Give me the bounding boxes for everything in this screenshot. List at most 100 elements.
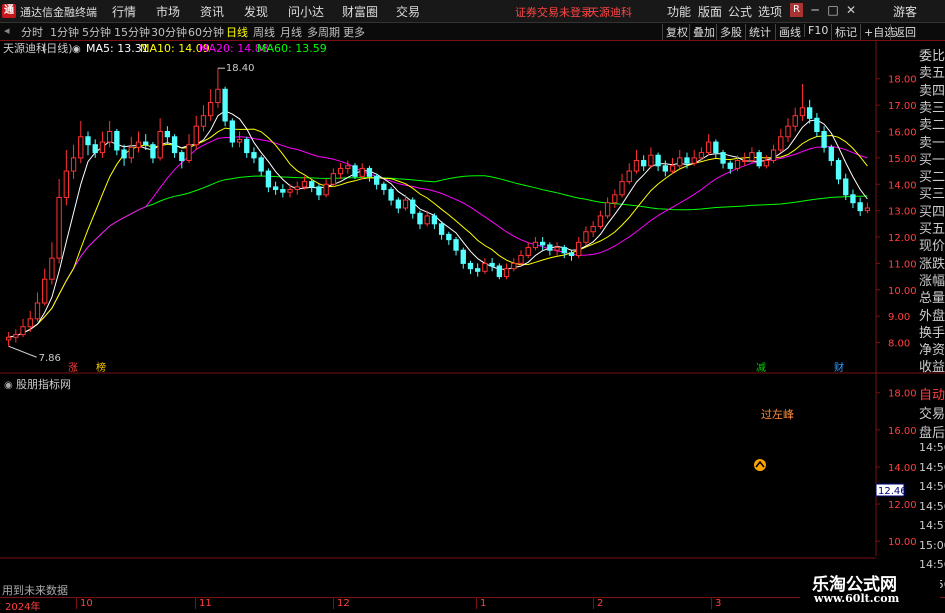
tool-f10[interactable]: F10 (804, 24, 831, 37)
legend-toggle-icon: ◉ (72, 44, 81, 55)
maximize-icon[interactable]: □ (825, 2, 841, 18)
menu-wealth-circle[interactable]: 财富圈 (342, 3, 378, 20)
candle-body (70, 157, 77, 172)
side-panel-time: 14:57 (919, 519, 945, 532)
date-oct: 10 (76, 598, 93, 609)
menu-formula[interactable]: 公式 (728, 3, 752, 20)
candle (691, 149, 697, 166)
candle-body (734, 160, 741, 169)
candle (135, 131, 142, 153)
event-tag-reduce: 减 (756, 362, 766, 374)
indicator-tick-label: 18.00 (888, 389, 917, 400)
side-panel-item: 涨跌 (919, 256, 945, 272)
price-tick-label: 15.00 (888, 154, 917, 165)
price-tick-label: 8.00 (888, 339, 910, 350)
tool-adjust[interactable]: 复权 (662, 24, 691, 40)
tool-mark[interactable]: 标记 (831, 24, 860, 40)
menu-market-quotes[interactable]: 行情 (112, 3, 136, 20)
candlestick-chart[interactable]: 18.00 17.00 16.00 15.00 14.00 13.00 12.00 11.00… (0, 41, 945, 596)
candle-body (446, 233, 452, 241)
period-60min[interactable]: 60分钟 (188, 24, 224, 40)
candle-body (590, 225, 596, 233)
candle-body (5, 336, 12, 341)
period-1min[interactable]: 1分钟 (50, 24, 79, 40)
main-legend: 天源迪科 (日线) ◉ MA5: 13.31 MA10: 14.09 MA20:… (3, 41, 327, 55)
menu-market[interactable]: 市场 (156, 3, 180, 20)
period-intraday[interactable]: 分时 (21, 24, 43, 40)
menu-ask[interactable]: 问小达 (288, 3, 324, 20)
candle (431, 213, 438, 230)
low-price-label: 7.86 (39, 353, 61, 364)
date-feb: 2 (593, 598, 603, 609)
menu-layout[interactable]: 版面 (698, 3, 722, 20)
tool-back[interactable]: 返回 (890, 24, 919, 40)
candle-body (373, 175, 380, 185)
candle (597, 210, 604, 230)
period-daily[interactable]: 日线 (226, 24, 248, 40)
menu-options[interactable]: 选项 (758, 3, 782, 20)
candle-body (186, 144, 192, 162)
candle-body (258, 157, 264, 172)
indicator-tick-label: 12.00 (888, 500, 917, 511)
candle (713, 139, 719, 158)
current-value-badge: 12.46 (875, 483, 907, 497)
tool-draw-line[interactable]: 画线 (775, 24, 804, 40)
candle-body (208, 101, 214, 117)
watermark-line2: www.60lt.com (814, 592, 900, 605)
period-multi[interactable]: 多周期 (307, 24, 340, 40)
period-30min[interactable]: 30分钟 (151, 24, 187, 40)
date-dec: 12 (333, 598, 350, 609)
menu-functions[interactable]: 功能 (667, 3, 691, 20)
candle-body (489, 262, 495, 267)
candle (222, 86, 228, 127)
price-tick-label: 12.00 (888, 233, 917, 244)
watermark: 乐淘公式网 www.60lt.com (800, 568, 940, 609)
menu-trade[interactable]: 交易 (396, 3, 420, 20)
candle-body (402, 199, 409, 209)
candle-body (229, 120, 235, 143)
candle-body (727, 162, 733, 169)
candle (547, 242, 553, 256)
candle-body (821, 131, 827, 148)
r-badge[interactable]: R (790, 3, 803, 17)
period-15min[interactable]: 15分钟 (114, 24, 150, 40)
candle-body (128, 146, 134, 159)
indicator-signal: 过左峰 (754, 408, 794, 471)
minimize-icon[interactable]: ─ (807, 2, 823, 18)
menu-news[interactable]: 资讯 (200, 3, 224, 20)
side-panel-lower-label: 交易 (919, 407, 945, 422)
candle (518, 250, 524, 267)
candle-body (424, 215, 430, 225)
candle (280, 184, 286, 198)
candle (63, 149, 70, 206)
period-more[interactable]: 更多 (343, 24, 365, 40)
side-panel-item: 买三 (919, 187, 945, 203)
candle (208, 89, 214, 121)
candle (200, 105, 207, 132)
tool-multi-stock[interactable]: 多股 (716, 24, 745, 40)
toolbar-scroll-icon[interactable]: ◂ (4, 24, 10, 37)
tool-statistics[interactable]: 统计 (745, 24, 774, 40)
chart-area[interactable]: 18.00 17.00 16.00 15.00 14.00 13.00 12.00 11.00… (0, 41, 945, 596)
side-panel-item: 现价 (919, 239, 945, 255)
candle (482, 258, 488, 274)
candle (34, 292, 41, 322)
side-panel-item: 买五 (919, 222, 945, 237)
candle (438, 221, 445, 240)
candle-body (713, 141, 719, 154)
candle-body (236, 138, 243, 143)
trade-login-warning[interactable]: 证券交易未登录 (515, 4, 592, 20)
menu-discover[interactable]: 发现 (244, 3, 268, 20)
close-icon[interactable]: ✕ (843, 2, 859, 18)
candle-body (554, 247, 560, 251)
period-monthly[interactable]: 月线 (280, 24, 302, 40)
guest-login[interactable]: 游客 (893, 3, 917, 20)
candle (525, 242, 531, 259)
period-weekly[interactable]: 周线 (253, 24, 275, 40)
side-panel-time: 14:56 (919, 499, 945, 513)
period-5min[interactable]: 5分钟 (82, 24, 111, 40)
app-title: 通达信金融终端 (20, 6, 97, 19)
candle-body (157, 131, 163, 159)
candle-body (662, 165, 668, 172)
tool-overlay[interactable]: 叠加 (689, 24, 718, 40)
